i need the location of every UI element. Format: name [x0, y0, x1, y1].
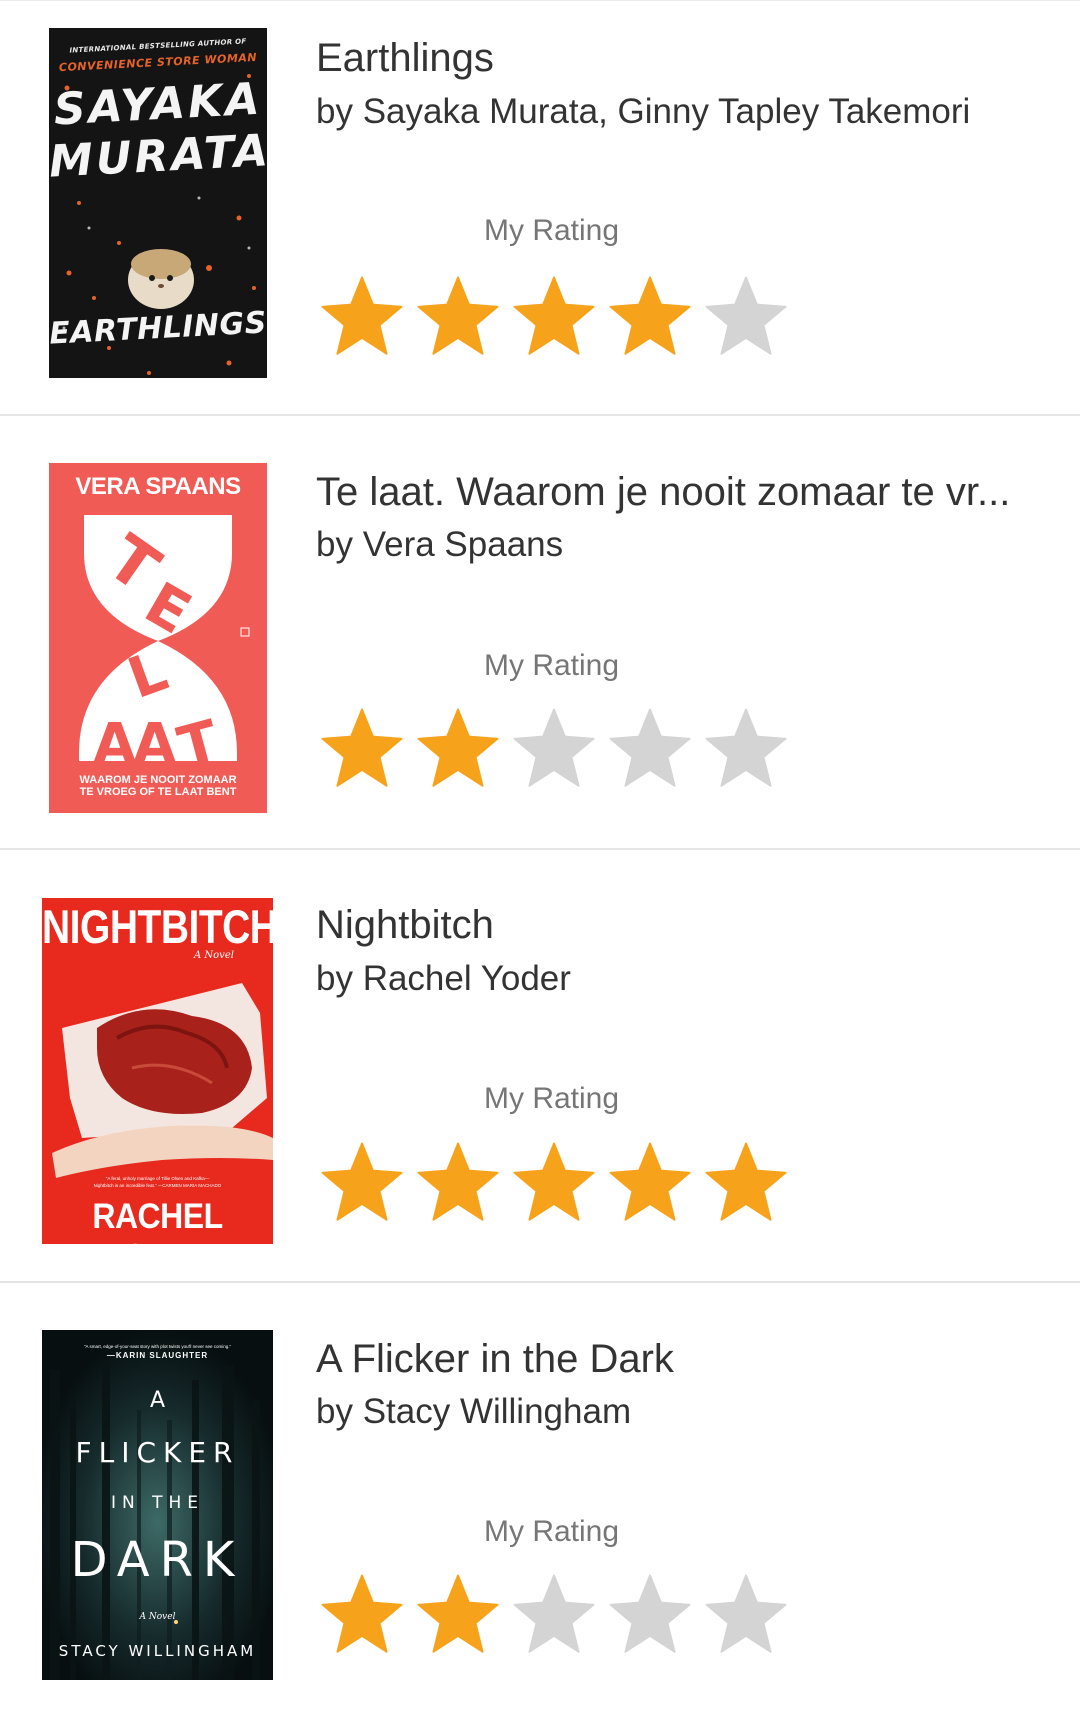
cover-blurb-line1: "A feral, unholy marriage of Tillie Olse…	[105, 1176, 210, 1181]
star-empty-icon[interactable]	[510, 1570, 598, 1658]
cover-author: STACY WILLINGHAM	[58, 1642, 257, 1660]
book-cover-earthlings[interactable]: INTERNATIONAL BESTSELLING AUTHOR OF CONV…	[49, 28, 267, 378]
star-filled-icon[interactable]	[414, 272, 502, 360]
my-rating-label: My Rating	[484, 1082, 620, 1115]
book-author: by Rachel Yoder	[316, 959, 571, 998]
cover-blurb-line2: Nightbitch is an incredible feat." —CARM…	[93, 1183, 222, 1188]
book-cover-nightbitch[interactable]: NIGHTBITCH A Novel "A feral, unholy marr…	[42, 898, 273, 1244]
book-row-nightbitch[interactable]: NIGHTBITCH A Novel "A feral, unholy marr…	[0, 867, 1080, 1300]
book-author: by Vera Spaans	[316, 525, 564, 564]
cover-title-inthe: IN THE	[110, 1493, 205, 1513]
row-divider	[0, 848, 1080, 850]
star-rating[interactable]	[318, 1570, 798, 1660]
book-list: INTERNATIONAL BESTSELLING AUTHOR OF CONV…	[0, 0, 1080, 1711]
my-rating-label: My Rating	[484, 214, 620, 247]
star-filled-icon[interactable]	[702, 1138, 790, 1226]
star-filled-icon[interactable]	[414, 704, 502, 792]
cover-tagline: A Novel	[139, 1612, 176, 1622]
book-author: by Sayaka Murata, Ginny Tapley Takemori	[316, 92, 971, 131]
star-empty-icon[interactable]	[702, 1570, 790, 1658]
cover-author: VERA SPAANS	[75, 473, 241, 500]
book-author: by Stacy Willingham	[316, 1392, 632, 1431]
book-title[interactable]: Nightbitch	[316, 901, 1036, 949]
star-filled-icon[interactable]	[414, 1138, 502, 1226]
book-cover-a-flicker-in-the-dark[interactable]: "A smart, edge-of-your-seat story with p…	[42, 1330, 273, 1680]
cover-subtitle-line2: TE VROEG OF TE LAAT BENT	[79, 786, 237, 798]
cover-title-dark: DARK	[70, 1532, 245, 1588]
book-cover-te-laat[interactable]: T E L A A T VERA SPAANS WAAROM JE NOOIT …	[49, 463, 267, 813]
my-rating-label: My Rating	[484, 1515, 620, 1548]
svg-text:A: A	[93, 712, 137, 777]
book-title[interactable]: A Flicker in the Dark	[316, 1335, 1036, 1383]
star-empty-icon[interactable]	[510, 704, 598, 792]
cover-blurb: "A smart, edge-of-your-seat story with p…	[83, 1344, 232, 1349]
star-filled-icon[interactable]	[510, 1138, 598, 1226]
cover-tagline: A Novel	[194, 950, 234, 961]
cover-art: T E L A A T	[49, 463, 267, 813]
book-title[interactable]: Earthlings	[316, 34, 1036, 82]
row-divider	[0, 414, 1080, 416]
cover-title-a: A	[149, 1388, 166, 1413]
cover-subtitle-line1: WAAROM JE NOOIT ZOMAAR	[79, 774, 237, 786]
star-filled-icon[interactable]	[318, 1570, 406, 1658]
book-title[interactable]: Te laat. Waarom je nooit zomaar te vr...	[316, 468, 1036, 516]
cover-title-flicker: FLICKER	[75, 1436, 240, 1469]
star-empty-icon[interactable]	[702, 272, 790, 360]
cover-title: NIGHTBITCH	[42, 902, 273, 954]
star-filled-icon[interactable]	[318, 704, 406, 792]
book-row-a-flicker-in-the-dark[interactable]: "A smart, edge-of-your-seat story with p…	[0, 1300, 1080, 1733]
cover-blurb-author: —KARIN SLAUGHTER	[106, 1351, 209, 1360]
cover-author: RACHEL YODER	[92, 1196, 223, 1244]
star-empty-icon[interactable]	[606, 704, 694, 792]
svg-text:A: A	[133, 712, 177, 777]
book-row-te-laat[interactable]: T E L A A T VERA SPAANS WAAROM JE NOOIT …	[0, 433, 1080, 866]
my-rating-label: My Rating	[484, 649, 620, 682]
star-filled-icon[interactable]	[318, 1138, 406, 1226]
star-rating[interactable]	[318, 704, 798, 794]
star-filled-icon[interactable]	[606, 272, 694, 360]
star-filled-icon[interactable]	[318, 272, 406, 360]
star-empty-icon[interactable]	[702, 704, 790, 792]
book-row-earthlings[interactable]: INTERNATIONAL BESTSELLING AUTHOR OF CONV…	[0, 0, 1080, 433]
star-filled-icon[interactable]	[510, 272, 598, 360]
star-empty-icon[interactable]	[606, 1570, 694, 1658]
star-rating[interactable]	[318, 1138, 798, 1228]
star-filled-icon[interactable]	[414, 1570, 502, 1658]
star-filled-icon[interactable]	[606, 1138, 694, 1226]
row-divider	[0, 1281, 1080, 1283]
star-rating[interactable]	[318, 272, 798, 362]
